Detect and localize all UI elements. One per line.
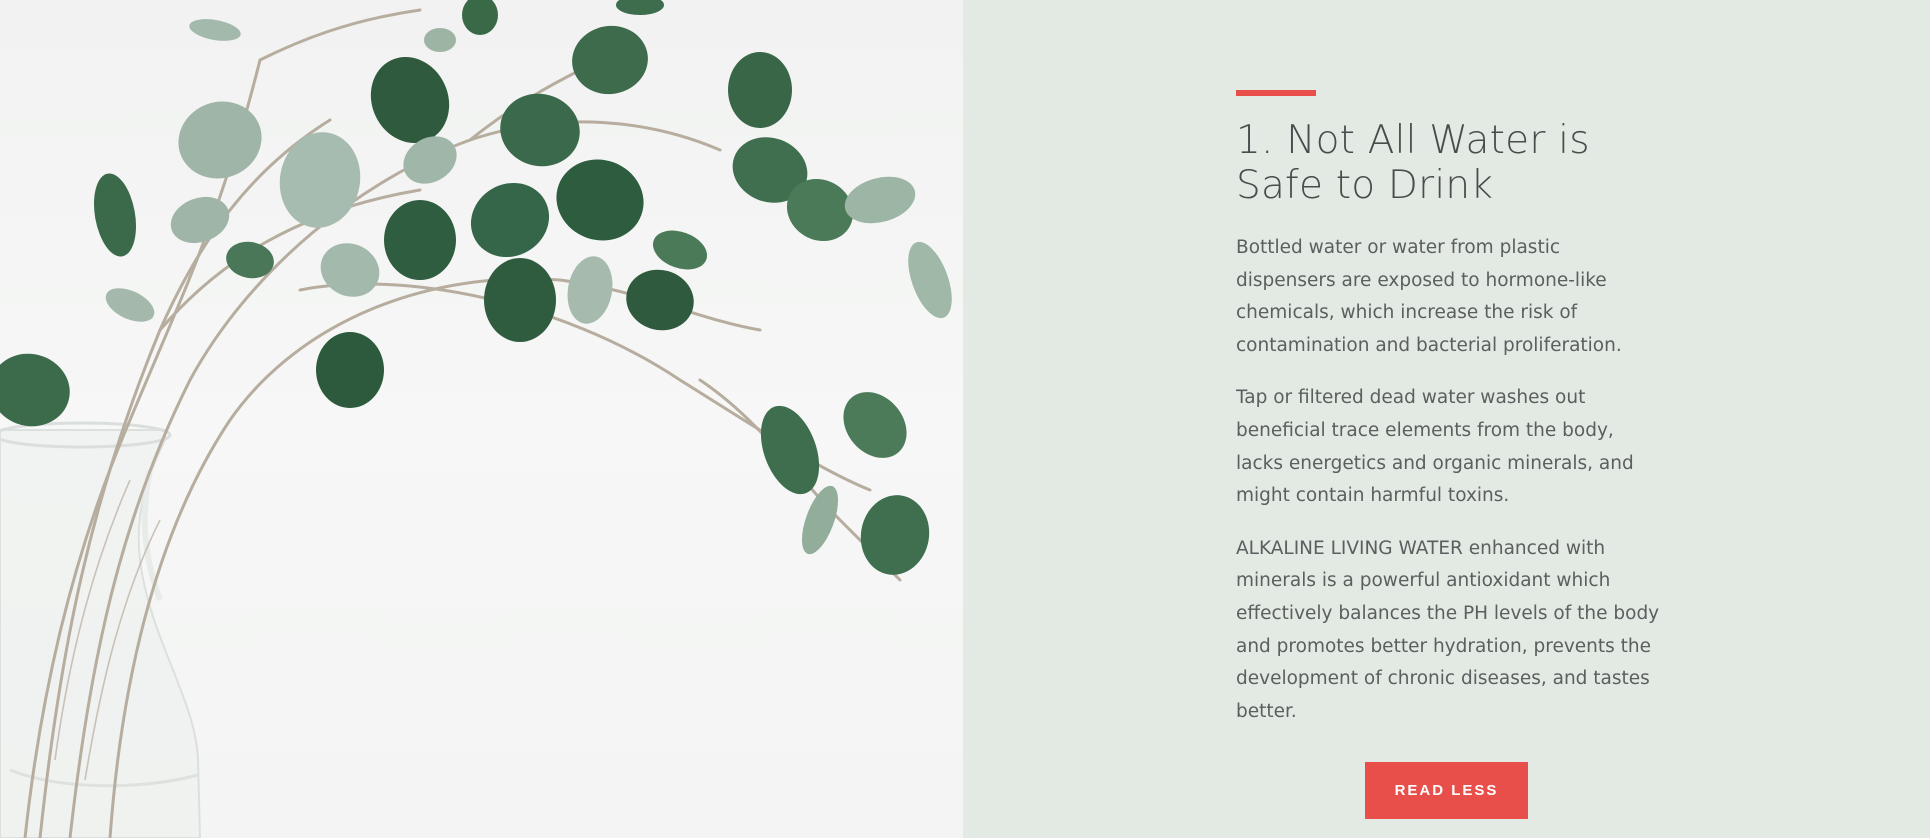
article-content: 1. Not All Water is Safe to Drink Bottle…: [1236, 90, 1666, 748]
read-less-container: READ LESS: [1365, 762, 1528, 819]
paragraph-alkaline-water: ALKALINE LIVING WATER enhanced with mine…: [1236, 537, 1660, 722]
hero-image: [0, 0, 963, 838]
eucalyptus-vase-illustration: [0, 0, 952, 838]
read-less-button[interactable]: READ LESS: [1365, 762, 1528, 819]
paragraph-tap-water: Tap or filtered dead water washes out be…: [1236, 387, 1634, 507]
page: 1. Not All Water is Safe to Drink Bottle…: [0, 0, 1930, 838]
article-heading: 1. Not All Water is Safe to Drink: [1236, 118, 1590, 208]
paragraph-bottled-water: Bottled water or water from plastic disp…: [1236, 237, 1622, 356]
accent-bar: [1236, 90, 1316, 96]
article-panel: 1. Not All Water is Safe to Drink Bottle…: [963, 0, 1930, 838]
